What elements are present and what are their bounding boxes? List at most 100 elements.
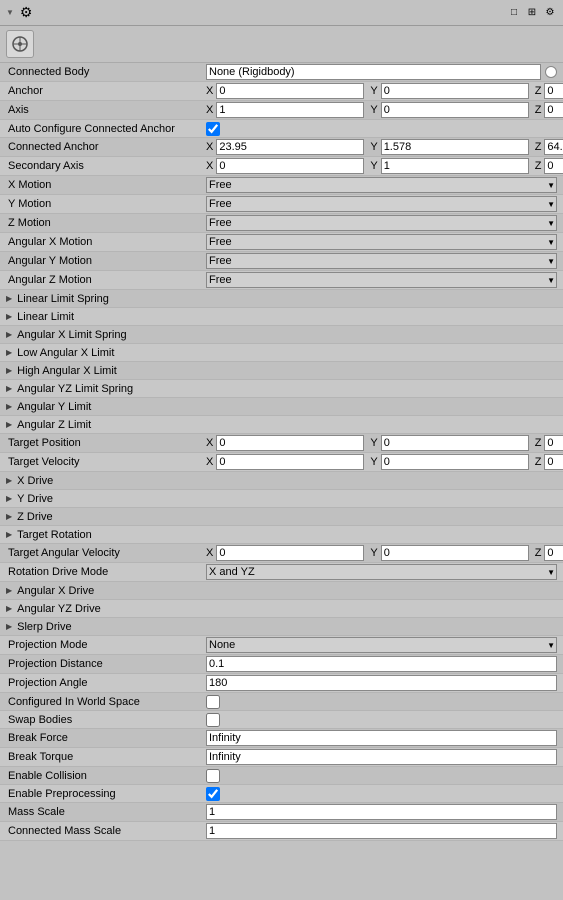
row-angular-x-motion: Angular X Motion FreeLimitedLocked ▼ [0,233,563,252]
row-label: Connected Mass Scale [6,825,206,837]
angular-x-motion-select[interactable]: FreeLimitedLocked [206,234,557,250]
select-wrapper: FreeLimitedLocked ▼ [206,234,557,250]
select-wrapper: NoneMoveTowardsTargetRotateTowardsTarget… [206,637,557,653]
row-label: Break Force [6,732,206,744]
collapsible-angular-z-limit[interactable]: ▶ Angular Z Limit [6,419,215,431]
rotation-drive-mode-select[interactable]: X and YZSlerp [206,564,557,580]
collapsible-high-angular-x-limit[interactable]: ▶ High Angular X Limit [6,365,215,377]
row-label: Z Drive [15,511,215,523]
row-secondary-axis: Secondary Axis X Y Z [0,157,563,176]
enable-collision-checkbox[interactable] [206,769,220,783]
collapsible-angular-x-drive[interactable]: ▶ Angular X Drive [6,585,215,597]
x-input[interactable] [216,102,364,118]
row-label: Projection Mode [6,639,206,651]
connected-body-input[interactable] [206,64,541,80]
collapsible-x-drive[interactable]: ▶ X Drive [6,475,215,487]
x-axis-label: X [206,437,213,449]
y-axis-label: Y [370,141,377,153]
row-label: Angular X Limit Spring [15,329,215,341]
row-mass-scale: Mass Scale [0,803,563,822]
row-label: Auto Configure Connected Anchor [6,123,206,135]
edit-joint-button[interactable] [6,30,34,58]
y-input[interactable] [381,454,529,470]
z-input[interactable] [544,545,563,561]
row-label: Swap Bodies [6,714,206,726]
mass-scale-input[interactable] [206,804,557,820]
collapsible-low-angular-x-limit[interactable]: ▶ Low Angular X Limit [6,347,215,359]
swap-bodies-checkbox[interactable] [206,713,220,727]
y-axis-label: Y [370,160,377,172]
collapsible-y-drive[interactable]: ▶ Y Drive [6,493,215,505]
collapse-arrows[interactable]: ▼ [6,8,14,17]
x-input[interactable] [216,83,364,99]
z-input[interactable] [544,454,563,470]
x-input[interactable] [216,158,364,174]
z-input[interactable] [544,83,563,99]
row-x-motion: X Motion FreeLimitedLocked ▼ [0,176,563,195]
z-input[interactable] [544,102,563,118]
row-y-drive: ▶ Y Drive [0,490,563,508]
x-motion-select[interactable]: FreeLimitedLocked [206,177,557,193]
y-input[interactable] [381,435,529,451]
z-input[interactable] [544,139,563,155]
row-angular-x-drive: ▶ Angular X Drive [0,582,563,600]
triangle-icon: ▶ [6,312,12,321]
row-angular-yz-drive: ▶ Angular YZ Drive [0,600,563,618]
projection-angle-input[interactable] [206,675,557,691]
break-force-input[interactable] [206,730,557,746]
collapsible-angular-yz-limit-spring[interactable]: ▶ Angular YZ Limit Spring [6,383,215,395]
row-anchor: Anchor X Y Z [0,82,563,101]
row-projection-angle: Projection Angle [0,674,563,693]
triangle-icon: ▶ [6,366,12,375]
object-picker-icon[interactable] [545,66,557,78]
header-actions: □ ⊞ ⚙ [507,6,557,20]
collapsible-target-rotation[interactable]: ▶ Target Rotation [6,529,215,541]
projection-mode-select[interactable]: NoneMoveTowardsTargetRotateTowardsTarget [206,637,557,653]
collapsible-angular-x-limit-spring[interactable]: ▶ Angular X Limit Spring [6,329,215,341]
collapsible-z-drive[interactable]: ▶ Z Drive [6,511,215,523]
y-input[interactable] [381,102,529,118]
y-input[interactable] [381,158,529,174]
row-target-rotation: ▶ Target Rotation [0,526,563,544]
configured-world-space-checkbox[interactable] [206,695,220,709]
auto-configure-checkbox[interactable] [206,122,220,136]
row-linear-limit: ▶ Linear Limit [0,308,563,326]
row-label: Linear Limit Spring [15,293,215,305]
z-axis-label: Z [535,104,542,116]
row-label: Y Drive [15,493,215,505]
xyz-group: X Y Z [206,83,563,99]
x-input[interactable] [216,139,364,155]
icon-grid[interactable]: ⊞ [525,6,539,20]
select-wrapper: FreeLimitedLocked ▼ [206,272,557,288]
y-axis-label: Y [370,437,377,449]
collapsible-linear-limit[interactable]: ▶ Linear Limit [6,311,215,323]
collapsible-angular-yz-drive[interactable]: ▶ Angular YZ Drive [6,603,215,615]
collapsible-linear-limit-spring[interactable]: ▶ Linear Limit Spring [6,293,215,305]
x-input[interactable] [216,454,364,470]
row-label: Low Angular X Limit [15,347,215,359]
y-input[interactable] [381,83,529,99]
collapsible-slerp-drive[interactable]: ▶ Slerp Drive [6,621,215,633]
x-input[interactable] [216,545,364,561]
break-torque-input[interactable] [206,749,557,765]
y-input[interactable] [381,545,529,561]
icon-gear[interactable]: ⚙ [543,6,557,20]
x-input[interactable] [216,435,364,451]
row-target-position: Target Position X Y Z [0,434,563,453]
collapsible-angular-y-limit[interactable]: ▶ Angular Y Limit [6,401,215,413]
y-input[interactable] [381,139,529,155]
z-input[interactable] [544,158,563,174]
z-motion-select[interactable]: FreeLimitedLocked [206,215,557,231]
enable-preprocessing-checkbox[interactable] [206,787,220,801]
z-input[interactable] [544,435,563,451]
connected-mass-scale-input[interactable] [206,823,557,839]
angular-z-motion-select[interactable]: FreeLimitedLocked [206,272,557,288]
x-axis-label: X [206,160,213,172]
row-x-drive: ▶ X Drive [0,472,563,490]
y-motion-select[interactable]: FreeLimitedLocked [206,196,557,212]
row-angular-x-limit-spring: ▶ Angular X Limit Spring [0,326,563,344]
icon-view[interactable]: □ [507,6,521,20]
projection-distance-input[interactable] [206,656,557,672]
x-axis-label: X [206,85,213,97]
angular-y-motion-select[interactable]: FreeLimitedLocked [206,253,557,269]
